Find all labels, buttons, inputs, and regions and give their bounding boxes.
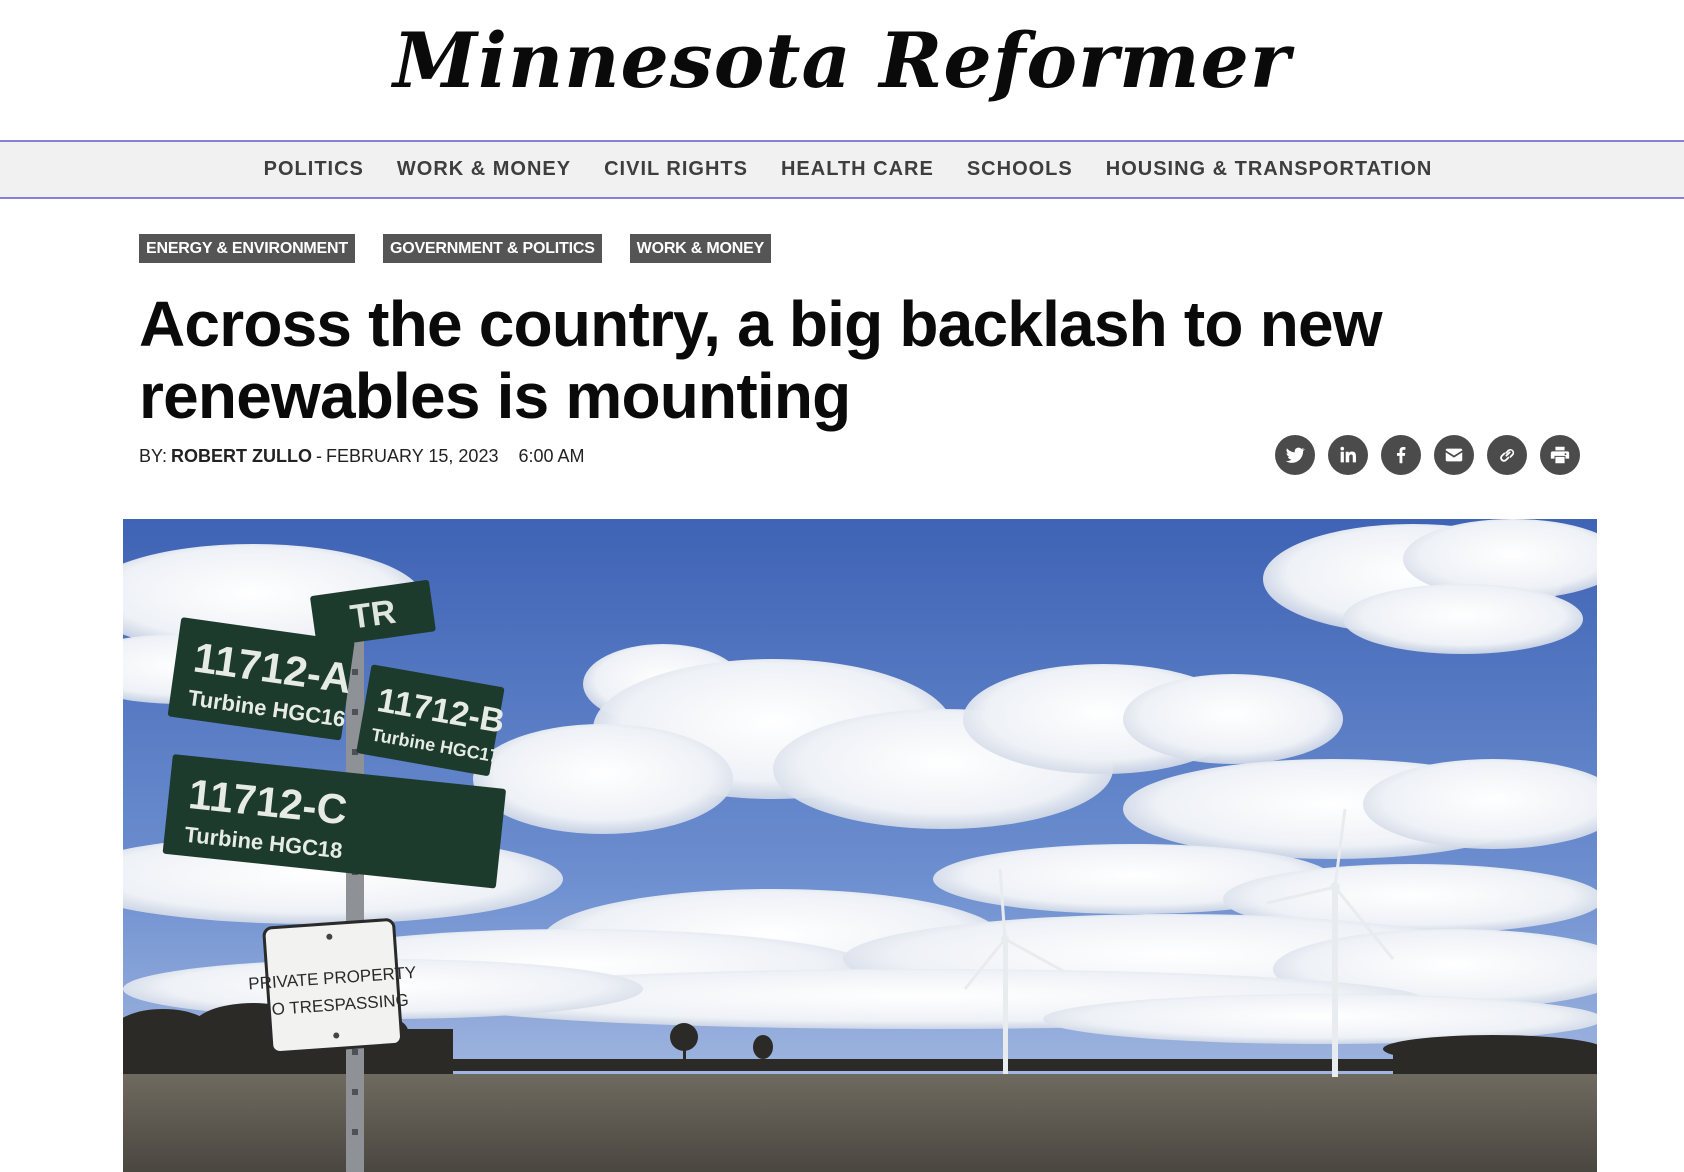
linkedin-share-button[interactable] [1328, 435, 1368, 475]
main-nav: POLITICS WORK & MONEY CIVIL RIGHTS HEALT… [0, 140, 1684, 199]
byline-author[interactable]: ROBERT ZULLO [171, 446, 312, 467]
print-icon [1550, 446, 1570, 464]
sign-private-property: PRIVATE PROPERTY NO TRESPASSING [248, 918, 417, 1055]
link-icon [1500, 448, 1515, 462]
tag-work-money[interactable]: WORK & MONEY [629, 234, 772, 263]
wind-turbine-photo: TR 11712-A Turbine HGC16 11712-B Turbine… [123, 519, 1597, 1172]
tag-government-politics[interactable]: GOVERNMENT & POLITICS [382, 234, 602, 263]
byline-time: 6:00 AM [518, 446, 585, 466]
nav-item-work-money[interactable]: WORK & MONEY [397, 158, 571, 181]
nav-item-health-care[interactable]: HEALTH CARE [781, 158, 934, 181]
hero-image: TR 11712-A Turbine HGC16 11712-B Turbine… [123, 519, 1597, 1172]
facebook-icon [1396, 447, 1406, 464]
share-bar [1275, 435, 1580, 475]
email-icon [1445, 448, 1463, 462]
twitter-icon [1285, 447, 1306, 463]
linkedin-icon [1340, 446, 1356, 463]
masthead: Minnesota Reformer [0, 0, 1684, 140]
print-button[interactable] [1540, 435, 1580, 475]
nav-item-housing-transportation[interactable]: HOUSING & TRANSPORTATION [1106, 158, 1433, 181]
twitter-share-button[interactable] [1275, 435, 1315, 475]
facebook-share-button[interactable] [1381, 435, 1421, 475]
copy-link-button[interactable] [1487, 435, 1527, 475]
site-logo[interactable]: Minnesota Reformer [393, 16, 1291, 105]
email-share-button[interactable] [1434, 435, 1474, 475]
byline-prefix: BY: [139, 446, 168, 466]
tag-energy-environment[interactable]: ENERGY & ENVIRONMENT [139, 234, 355, 263]
byline-date: FEBRUARY 15, 2023 [326, 446, 499, 466]
nav-item-civil-rights[interactable]: CIVIL RIGHTS [604, 158, 748, 181]
byline-separator: - [316, 446, 323, 466]
nav-item-schools[interactable]: SCHOOLS [967, 158, 1073, 181]
byline: BY: ROBERT ZULLO - FEBRUARY 15, 2023 6:0… [139, 446, 585, 467]
nav-item-politics[interactable]: POLITICS [264, 158, 364, 181]
sign-tr-label: TR [348, 593, 398, 637]
field [123, 1074, 1597, 1172]
article-tags: ENERGY & ENVIRONMENT GOVERNMENT & POLITI… [139, 234, 772, 263]
article-headline: Across the country, a big backlash to ne… [139, 288, 1383, 432]
